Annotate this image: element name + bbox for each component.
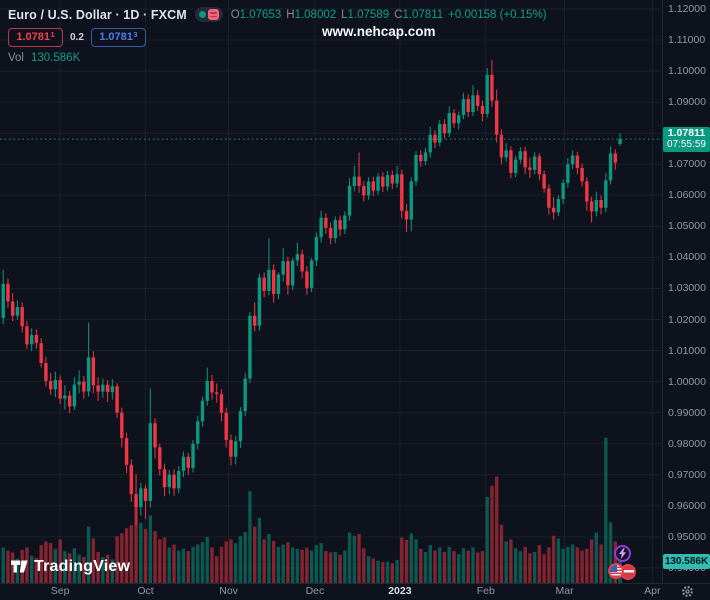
bar-countdown: 07:55:59: [667, 139, 706, 151]
time-axis-label: Mar: [555, 585, 574, 597]
price-axis-label: 1.06000: [668, 189, 706, 202]
time-axis-label: Apr: [644, 585, 661, 597]
time-axis-label: Nov: [219, 585, 238, 597]
price-axis-label: 1.12000: [668, 3, 706, 15]
price-axis-label: 0.99000: [668, 406, 706, 419]
time-axis-label: Feb: [476, 585, 495, 597]
chart-legend: Euro / U.S. Dollar · 1D · FXCM O1.07653 …: [8, 6, 547, 64]
price-axis-label: 1.04000: [668, 251, 706, 264]
price-axis-label: 1.10000: [668, 65, 706, 78]
time-axis-settings-gear-icon[interactable]: [681, 585, 694, 600]
tradingview-logo-link[interactable]: TradingView: [10, 557, 130, 576]
price-axis-label: 1.09000: [668, 96, 706, 109]
volume-readout: Vol 130.586K: [8, 52, 81, 64]
price-axis-label: 0.98000: [668, 437, 706, 450]
price-axis-label: 1.00000: [668, 375, 706, 388]
candlestick-plot[interactable]: [0, 0, 710, 600]
economic-event-flags[interactable]: [608, 563, 638, 581]
price-axis-label: 1.05000: [668, 220, 706, 233]
change-value: +0.00158 (+0.15%): [448, 8, 547, 21]
price-axis-label: 1.02000: [668, 313, 706, 326]
price-axis-label: 1.07000: [668, 158, 706, 171]
spread-value: 0.2: [70, 31, 84, 43]
low-value: 1.07589: [347, 8, 390, 21]
green-dot-icon: [198, 11, 206, 18]
symbol-title[interactable]: Euro / U.S. Dollar · 1D · FXCM: [8, 8, 187, 22]
pink-list-icon: [207, 9, 219, 20]
buy-button[interactable]: 1.0781 3: [90, 27, 146, 47]
tradingview-logo-text: TradingView: [34, 557, 131, 575]
price-axis-label: 1.01000: [668, 344, 706, 357]
volume-axis-tag: 130.586K: [663, 554, 710, 569]
price-axis-label: 0.97000: [668, 468, 706, 481]
us-flag-event-icon: [608, 563, 624, 579]
last-price-value: 1.07811: [667, 127, 706, 140]
price-axis-label: 0.95000: [668, 530, 706, 543]
close-value: 1.07811: [402, 8, 444, 21]
time-axis-label: Dec: [305, 585, 325, 597]
chart-widget: Euro / U.S. Dollar · 1D · FXCM O1.07653 …: [0, 0, 710, 600]
tradingview-logo-icon: [11, 560, 28, 573]
source-visibility-toggle[interactable]: [194, 7, 223, 22]
volume-value: 130.586K: [31, 52, 81, 64]
economic-event-lightning-icon[interactable]: [614, 545, 631, 562]
ohlc-readout: O1.07653 H1.08002 L1.07589 C1.07811 +0.0…: [230, 8, 547, 21]
last-price-tag[interactable]: 1.07811 07:55:59: [663, 127, 710, 153]
price-axis-label: 0.96000: [668, 499, 706, 512]
high-value: 1.08002: [294, 8, 337, 21]
price-axis-label: 1.11000: [668, 34, 706, 47]
price-axis-label: 1.03000: [668, 282, 706, 295]
sell-button[interactable]: 1.0781 1: [8, 27, 63, 47]
time-axis-label: Oct: [137, 585, 154, 597]
lightning-bolt-icon: [619, 548, 626, 559]
time-axis-label: Sep: [50, 585, 70, 597]
open-value: 1.07653: [239, 8, 282, 21]
time-axis-label: 2023: [388, 585, 412, 597]
